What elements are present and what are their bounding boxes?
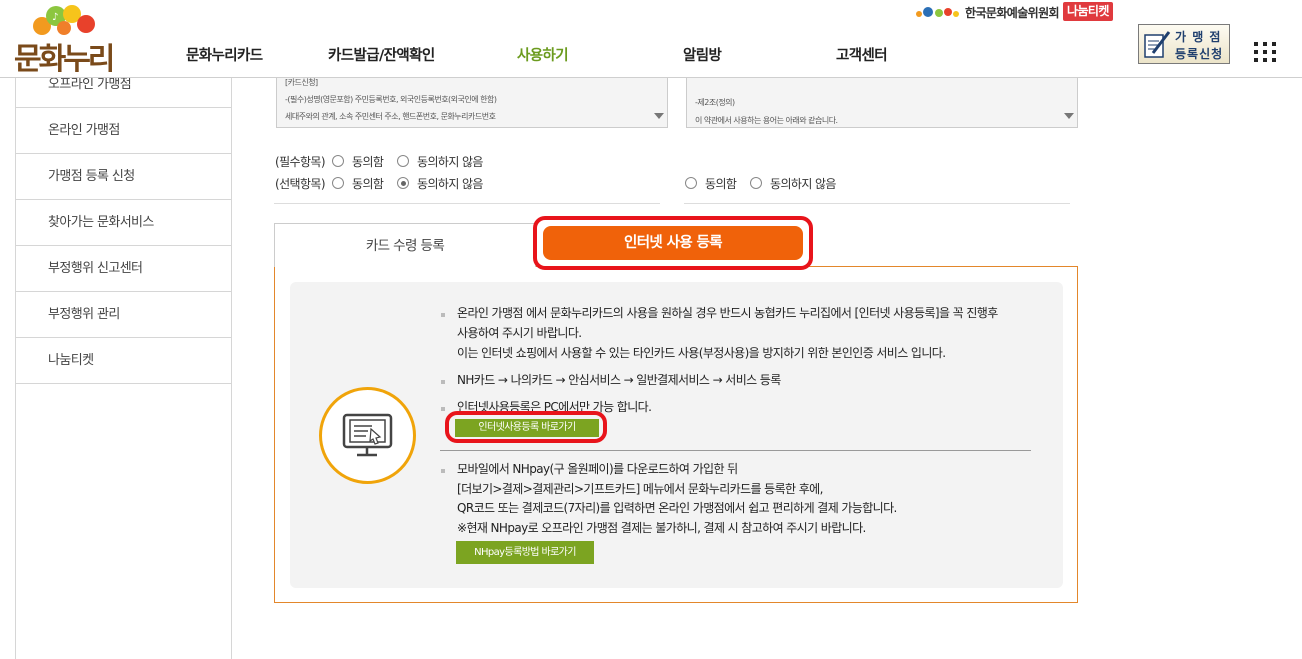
right-disagree-radio[interactable] — [750, 177, 762, 189]
info-text: 사용하여 주시기 바랍니다. — [457, 326, 582, 340]
divider — [684, 203, 1070, 204]
nav-item-usage[interactable]: 사용하기 — [517, 44, 569, 65]
optional-consent-row: (선택항목) 동의함 동의하지 않음 — [275, 177, 483, 191]
bullet-icon — [441, 380, 445, 384]
sidebar-item-visiting-service[interactable]: 찾아가는 문화서비스 — [16, 200, 231, 246]
merchant-register-button[interactable]: 가 맹 점 등록신청 — [1138, 24, 1230, 64]
monitor-icon — [342, 413, 393, 457]
info-text: NH카드 → 나의카드 → 안심서비스 → 일반결제서비스 → 서비스 등록 — [457, 373, 781, 387]
nav-item-munhwanuri-card[interactable]: 문화누리카드 — [186, 44, 263, 65]
nhpay-guide-button[interactable]: NHpay등록방법 바로가기 — [456, 541, 594, 564]
sidebar-item-fraud-report[interactable]: 부정행위 신고센터 — [16, 246, 231, 292]
header: ♪ 문화누리 문화누리카드 카드발급/잔액확인 사용하기 알림방 고객센터 한국… — [0, 0, 1302, 78]
nav-item-customer-center[interactable]: 고객센터 — [836, 44, 888, 65]
info-text: 이는 인터넷 쇼핑에서 사용할 수 있는 타인카드 사용(부정사용)을 방지하기… — [457, 346, 946, 360]
bullet-icon — [441, 469, 445, 473]
logo-emblem-icon: ♪ — [33, 5, 95, 35]
required-consent-row: (필수항목) 동의함 동의하지 않음 — [275, 155, 483, 169]
info-text: ※현재 NHpay로 오프라인 가맹점 결제는 불가하니, 결제 시 참고하여 … — [457, 521, 866, 535]
info-text: 온라인 가맹점 에서 문화누리카드의 사용을 원하실 경우 반드시 농협카드 누… — [457, 306, 998, 320]
logo-text: 문화누리 — [14, 42, 115, 77]
terms-textarea-left[interactable]: [카드신청] -(필수)성명(영문포함) 주민등록번호, 외국인등록번호(외국인… — [276, 73, 668, 128]
tab-internet-use[interactable]: 인터넷 사용 등록 — [543, 226, 803, 260]
nanum-ticket-badge[interactable]: 나눔티켓 — [1063, 2, 1113, 21]
bullet-icon — [441, 407, 445, 411]
sidebar: 오프라인 가맹점 온라인 가맹점 가맹점 등록 신청 찾아가는 문화서비스 부정… — [15, 62, 232, 659]
logo[interactable]: ♪ 문화누리 — [12, 4, 122, 77]
sidebar-item-online-merchant[interactable]: 온라인 가맹점 — [16, 108, 231, 154]
required-agree-radio[interactable] — [332, 155, 344, 167]
button-highlight-frame — [445, 411, 607, 443]
required-disagree-radio[interactable] — [397, 155, 409, 167]
bullet-icon — [441, 313, 445, 317]
terms-textarea-right[interactable]: -제2조(정의) 이 약관에서 사용하는 용어는 아래와 같습니다. — [686, 73, 1078, 128]
register-line1: 가 맹 점 — [1175, 30, 1222, 44]
divider — [440, 450, 1031, 451]
info-text: [더보기>결제>결제관리>기프트카드] 메뉴에서 문화누리카드를 등록한 후에, — [457, 482, 823, 496]
info-text: 모바일에서 NHpay(구 올원페이)를 다운로드하여 가입한 뒤 — [457, 462, 738, 476]
register-line2: 등록신청 — [1175, 47, 1224, 61]
sidebar-item-fraud-management[interactable]: 부정행위 관리 — [16, 292, 231, 338]
tab-card-receipt[interactable]: 카드 수령 등록 — [274, 223, 536, 267]
pen-icon — [1144, 31, 1171, 58]
org-name: 한국문화예술위원회 — [965, 6, 1060, 20]
optional-agree-radio[interactable] — [332, 177, 344, 189]
sidebar-item-nanum-ticket[interactable]: 나눔티켓 — [16, 338, 231, 384]
scroll-down-icon[interactable] — [654, 113, 664, 119]
tab-highlight-frame: 인터넷 사용 등록 — [533, 216, 813, 270]
info-text: QR코드 또는 결제코드(7자리)를 입력하면 온라인 가맹점에서 쉽고 편리하… — [457, 501, 897, 515]
sidebar-item-merchant-register[interactable]: 가맹점 등록 신청 — [16, 154, 231, 200]
right-consent-row: 동의함 동의하지 않음 — [685, 175, 885, 191]
optional-disagree-radio[interactable] — [397, 177, 409, 189]
nav-item-notice[interactable]: 알림방 — [683, 44, 722, 65]
divider — [274, 203, 660, 204]
right-agree-radio[interactable] — [685, 177, 697, 189]
nav-item-card-issue[interactable]: 카드발급/잔액확인 — [328, 44, 435, 65]
monitor-icon-circle — [319, 387, 416, 484]
svg-text:♪: ♪ — [52, 12, 58, 23]
arts-council-logo-icon — [916, 7, 959, 17]
scroll-down-icon[interactable] — [1064, 113, 1074, 119]
all-menu-grid-icon[interactable] — [1254, 42, 1278, 62]
